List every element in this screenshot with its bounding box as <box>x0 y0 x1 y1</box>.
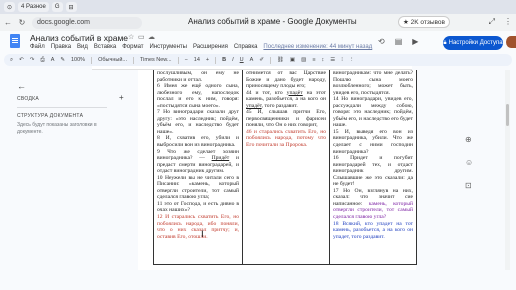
menu-bar: Файл Правка Вид Вставка Формат Инструмен… <box>30 44 372 50</box>
structure-label: СТРУКТУРА ДОКУМЕНТА <box>17 113 84 119</box>
history-icon[interactable]: ⟲ <box>378 37 385 46</box>
menu-extensions[interactable]: Расширения <box>193 44 228 50</box>
menu-tools[interactable]: Инструменты <box>150 44 187 50</box>
docs-logo-icon[interactable] <box>10 34 20 48</box>
lock-icon: 🔒︎ <box>443 39 447 46</box>
comparison-table[interactable]: послушливым, он ему не работники и оттал… <box>153 70 417 265</box>
outline-hint: Здесь будут показаны заголовки в докумен… <box>17 122 97 135</box>
folder-icon[interactable]: ▭ <box>138 33 145 41</box>
table-cell-luke[interactable]: виноградникам: что мне делать? Пошлю сын… <box>330 70 417 265</box>
emoji-icon[interactable]: ☺ <box>465 158 473 167</box>
avatar[interactable] <box>506 36 516 48</box>
menu-help[interactable]: Справка <box>234 44 258 50</box>
search-icon[interactable]: ⌕ <box>10 57 13 64</box>
add-comment-icon[interactable]: ▣ <box>290 57 295 63</box>
menu-view[interactable]: Вид <box>77 44 88 50</box>
scrollbar-thumb[interactable] <box>506 104 509 126</box>
link-icon[interactable]: ⛓ <box>277 57 284 63</box>
suggest-icon[interactable]: ⊡ <box>465 181 473 190</box>
fullscreen-icon[interactable]: ⤢ <box>489 17 495 27</box>
more-icon[interactable]: ⋮ <box>504 17 512 27</box>
menu-edit[interactable]: Правка <box>51 44 71 50</box>
divider <box>91 56 93 64</box>
redo-icon[interactable]: ↷ <box>30 57 35 63</box>
undo-icon[interactable]: ↶ <box>19 57 24 63</box>
document-title[interactable]: Анализ событий в храме <box>30 33 128 43</box>
divider <box>215 56 217 64</box>
browser-tab[interactable]: 4 Разное <box>18 2 49 12</box>
underline-icon[interactable]: U <box>240 57 244 63</box>
image-icon[interactable]: ▨ <box>301 57 306 63</box>
divider <box>269 56 271 64</box>
reviews-badge[interactable]: ★ 2K отзывов <box>398 16 450 28</box>
divider <box>177 56 179 64</box>
page-title: Анализ событий в храме - Google Документ… <box>188 17 357 26</box>
font-size-field[interactable]: 14 <box>194 57 200 63</box>
highlight-icon[interactable]: ✐ <box>259 57 264 63</box>
browser-tab[interactable]: ⊙ <box>4 2 16 12</box>
zoom-select[interactable]: 100% <box>71 57 85 63</box>
browser-tab[interactable]: G <box>51 2 63 12</box>
meet-icon[interactable]: ▶ <box>412 37 418 46</box>
checklist-icon[interactable]: ☰ <box>330 57 335 63</box>
share-button-label: Настройки Доступа <box>448 40 503 46</box>
address-field[interactable]: docs.google.com <box>32 16 142 29</box>
side-panel-icons: ⊕ ☺ ⊡ <box>465 135 473 190</box>
cloud-icon[interactable]: ☁ <box>148 33 155 41</box>
mouse-cursor-icon: Ⅰ <box>201 229 204 239</box>
window-controls: ⤢ ⋮ <box>489 17 512 27</box>
scrollbar[interactable] <box>505 70 510 270</box>
table-cell-mark[interactable]: отнимется от вас Царствие Божие и дано б… <box>243 70 330 265</box>
spellcheck-icon[interactable]: A <box>51 57 55 63</box>
bold-icon[interactable]: B <box>222 57 226 63</box>
menu-file[interactable]: Файл <box>30 44 45 50</box>
star-icon[interactable]: ☆ <box>128 33 134 41</box>
font-select[interactable]: Times New... <box>140 57 172 63</box>
bottom-bar <box>0 270 516 290</box>
summary-label: СВОДКА <box>17 96 39 102</box>
menu-insert[interactable]: Вставка <box>94 44 116 50</box>
formatting-toolbar: ⌕ ↶ ↷ ⎙ A ✎ 100% Обычный... Times New...… <box>4 54 512 66</box>
add-comment-side-icon[interactable]: ⊕ <box>465 135 473 144</box>
line-spacing-icon[interactable]: ↕ <box>322 57 325 63</box>
italic-icon[interactable]: I <box>232 57 234 63</box>
header-icons: ⟲ ▤ ▶ <box>378 37 418 46</box>
text-color-icon[interactable]: A <box>250 57 254 63</box>
add-summary-icon[interactable]: + <box>119 93 124 102</box>
back-icon[interactable]: ← <box>4 18 12 27</box>
font-size-increase[interactable]: + <box>206 57 209 63</box>
outline-panel <box>0 70 92 290</box>
reload-icon[interactable]: ↻ <box>18 18 26 27</box>
style-select[interactable]: Обычный... <box>98 57 127 63</box>
browser-tab[interactable]: ⊟ <box>65 2 77 12</box>
more-options-icon[interactable]: ⋮ <box>349 57 355 63</box>
bullet-list-icon[interactable]: ⁝ <box>341 57 343 63</box>
menu-format[interactable]: Формат <box>122 44 143 50</box>
paint-format-icon[interactable]: ✎ <box>60 57 65 63</box>
font-size-decrease[interactable]: − <box>185 57 188 63</box>
print-icon[interactable]: ⎙ <box>40 57 44 64</box>
divider <box>132 56 134 64</box>
screen: ⊙ 4 Разное G ⊟ ← ↻ docs.google.com Анали… <box>0 0 516 290</box>
table-cell-matthew[interactable]: послушливым, он ему не работники и оттал… <box>154 70 243 265</box>
comment-icon[interactable]: ▤ <box>395 37 403 46</box>
close-outline-icon[interactable]: ← <box>17 81 26 91</box>
align-icon[interactable]: ≡ <box>312 57 315 63</box>
last-edit-link[interactable]: Последнее изменение: 44 минут назад <box>263 44 372 50</box>
browser-tab-bar: ⊙ 4 Разное G ⊟ <box>0 0 516 14</box>
share-button[interactable]: 🔒︎ Настройки Доступа <box>443 36 503 50</box>
divider <box>17 107 107 108</box>
